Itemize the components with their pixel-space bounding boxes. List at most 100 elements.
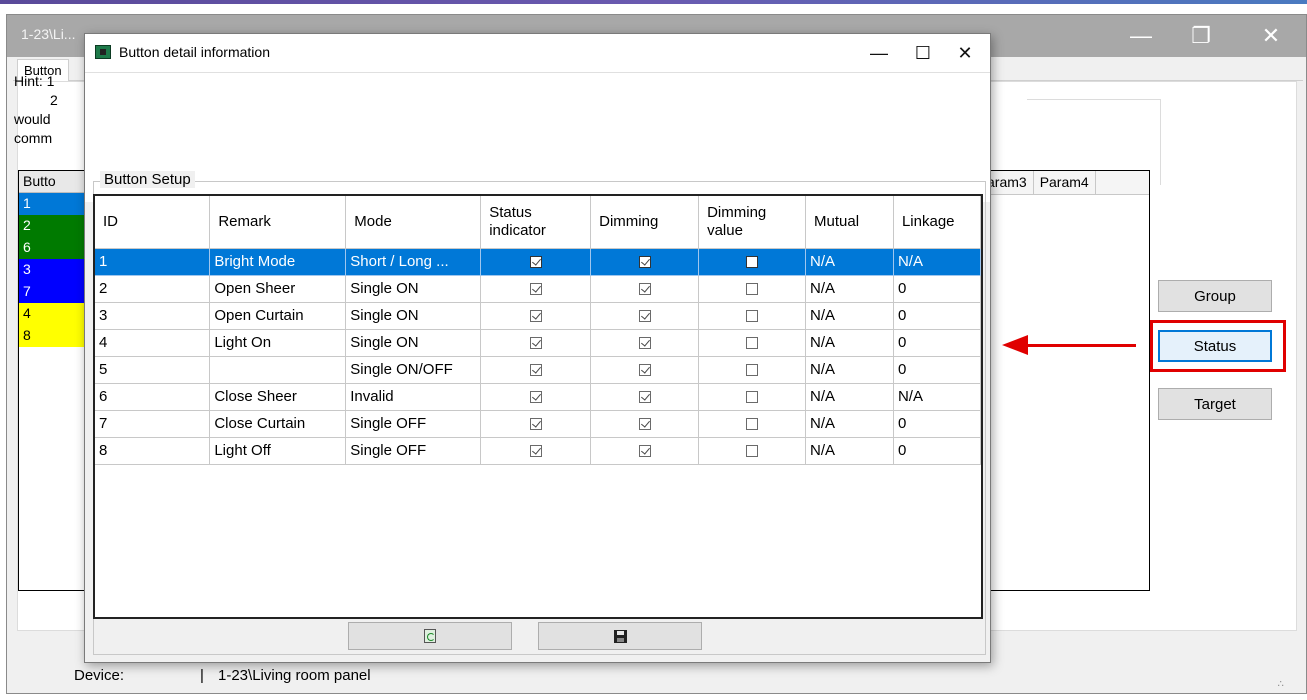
- cell-linkage[interactable]: 0: [893, 356, 981, 384]
- column-header-dimming[interactable]: Dimming: [590, 196, 700, 249]
- column-header-id[interactable]: ID: [95, 196, 211, 249]
- button-list-item[interactable]: 6: [19, 237, 87, 259]
- table-row[interactable]: 4 Light On Single ON N/A 0: [95, 329, 981, 357]
- button-list[interactable]: Butto 1263748: [18, 170, 88, 591]
- cell-mutual[interactable]: N/A: [805, 437, 894, 465]
- cell-linkage[interactable]: 0: [893, 437, 981, 465]
- cell-linkage[interactable]: 0: [893, 329, 981, 357]
- status-indicator-checkbox[interactable]: [529, 256, 542, 269]
- cell-mode[interactable]: Single ON: [345, 275, 482, 303]
- dimming-value-checkbox[interactable]: [746, 283, 759, 296]
- dimming-value-checkbox[interactable]: [746, 391, 759, 404]
- column-header-mutual[interactable]: Mutual: [805, 196, 894, 249]
- dimming-value-checkbox[interactable]: [746, 256, 759, 269]
- button-list-item[interactable]: 8: [19, 325, 87, 347]
- dimming-value-checkbox[interactable]: [746, 418, 759, 431]
- table-row[interactable]: 1 Bright Mode Short / Long ... N/A N/A: [95, 248, 981, 276]
- cell-linkage[interactable]: 0: [893, 302, 981, 330]
- cell-mode[interactable]: Single ON/OFF: [345, 356, 482, 384]
- cell-mutual[interactable]: N/A: [805, 383, 894, 411]
- cell-id[interactable]: 4: [95, 329, 211, 357]
- cell-mutual[interactable]: N/A: [805, 410, 894, 438]
- button-list-item[interactable]: 4: [19, 303, 87, 325]
- cell-id[interactable]: 1: [95, 248, 211, 276]
- cell-remark[interactable]: Close Sheer: [209, 383, 347, 411]
- save-button[interactable]: [538, 622, 702, 650]
- status-indicator-checkbox[interactable]: [529, 391, 542, 404]
- table-row[interactable]: 8 Light Off Single OFF N/A 0: [95, 437, 981, 465]
- dimming-checkbox[interactable]: [638, 256, 651, 269]
- param-grid[interactable]: aram3 Param4: [980, 170, 1150, 591]
- table-row[interactable]: 5 Single ON/OFF N/A 0: [95, 356, 981, 384]
- column-header-status-indicator[interactable]: Status indicator: [480, 196, 592, 249]
- cell-remark[interactable]: Open Curtain: [209, 302, 347, 330]
- restore-icon[interactable]: ❐: [1177, 15, 1225, 57]
- cell-mode[interactable]: Single OFF: [345, 410, 482, 438]
- column-header-linkage[interactable]: Linkage: [893, 196, 981, 249]
- dimming-checkbox[interactable]: [638, 337, 651, 350]
- cell-linkage[interactable]: N/A: [893, 248, 981, 276]
- dimming-checkbox[interactable]: [638, 445, 651, 458]
- cell-id[interactable]: 6: [95, 383, 211, 411]
- cell-id[interactable]: 3: [95, 302, 211, 330]
- cell-mode[interactable]: Single OFF: [345, 437, 482, 465]
- table-row[interactable]: 3 Open Curtain Single ON N/A 0: [95, 302, 981, 330]
- table-row[interactable]: 6 Close Sheer Invalid N/A N/A: [95, 383, 981, 411]
- column-header-remark[interactable]: Remark: [209, 196, 347, 249]
- target-button[interactable]: Target: [1158, 388, 1272, 420]
- status-indicator-checkbox[interactable]: [529, 337, 542, 350]
- button-list-item[interactable]: 3: [19, 259, 87, 281]
- cell-linkage[interactable]: 0: [893, 410, 981, 438]
- table-row[interactable]: 2 Open Sheer Single ON N/A 0: [95, 275, 981, 303]
- close-icon[interactable]: ✕: [1247, 15, 1295, 57]
- cell-mode[interactable]: Invalid: [345, 383, 482, 411]
- refresh-button[interactable]: [348, 622, 512, 650]
- cell-mutual[interactable]: N/A: [805, 248, 894, 276]
- cell-id[interactable]: 5: [95, 356, 211, 384]
- dimming-value-checkbox[interactable]: [746, 445, 759, 458]
- cell-remark[interactable]: Light On: [209, 329, 347, 357]
- dimming-checkbox[interactable]: [638, 418, 651, 431]
- status-indicator-checkbox[interactable]: [529, 445, 542, 458]
- cell-remark[interactable]: Close Curtain: [209, 410, 347, 438]
- cell-mode[interactable]: Single ON: [345, 329, 482, 357]
- cell-mutual[interactable]: N/A: [805, 302, 894, 330]
- cell-mode[interactable]: Short / Long ...: [345, 248, 482, 276]
- resize-grip-icon[interactable]: ∴: [1278, 679, 1284, 690]
- button-list-item[interactable]: 2: [19, 215, 87, 237]
- cell-mutual[interactable]: N/A: [805, 356, 894, 384]
- status-indicator-checkbox[interactable]: [529, 364, 542, 377]
- cell-mutual[interactable]: N/A: [805, 275, 894, 303]
- group-button[interactable]: Group: [1158, 280, 1272, 312]
- cell-mutual[interactable]: N/A: [805, 329, 894, 357]
- minimize-icon[interactable]: —: [1117, 15, 1165, 57]
- cell-remark[interactable]: Open Sheer: [209, 275, 347, 303]
- button-list-item[interactable]: 1: [19, 193, 87, 215]
- cell-id[interactable]: 2: [95, 275, 211, 303]
- cell-remark[interactable]: Bright Mode: [209, 248, 347, 276]
- cell-mode[interactable]: Single ON: [345, 302, 482, 330]
- dialog-minimize-icon[interactable]: —: [859, 36, 899, 70]
- button-setup-grid[interactable]: ID Remark Mode Status indicator Dimming …: [93, 194, 983, 619]
- cell-remark[interactable]: [209, 356, 347, 384]
- dimming-value-checkbox[interactable]: [746, 337, 759, 350]
- column-header-dimming-value[interactable]: Dimming value: [698, 196, 807, 249]
- dimming-checkbox[interactable]: [638, 364, 651, 377]
- status-indicator-checkbox[interactable]: [529, 283, 542, 296]
- cell-linkage[interactable]: 0: [893, 275, 981, 303]
- column-header-mode[interactable]: Mode: [345, 196, 482, 249]
- button-list-item[interactable]: 7: [19, 281, 87, 303]
- dialog-close-icon[interactable]: ✕: [945, 36, 985, 70]
- dimming-value-checkbox[interactable]: [746, 310, 759, 323]
- cell-remark[interactable]: Light Off: [209, 437, 347, 465]
- dimming-checkbox[interactable]: [638, 283, 651, 296]
- dialog-maximize-icon[interactable]: ☐: [903, 36, 943, 70]
- cell-id[interactable]: 7: [95, 410, 211, 438]
- dimming-value-checkbox[interactable]: [746, 364, 759, 377]
- status-indicator-checkbox[interactable]: [529, 310, 542, 323]
- cell-linkage[interactable]: N/A: [893, 383, 981, 411]
- dimming-checkbox[interactable]: [638, 391, 651, 404]
- table-row[interactable]: 7 Close Curtain Single OFF N/A 0: [95, 410, 981, 438]
- status-indicator-checkbox[interactable]: [529, 418, 542, 431]
- cell-id[interactable]: 8: [95, 437, 211, 465]
